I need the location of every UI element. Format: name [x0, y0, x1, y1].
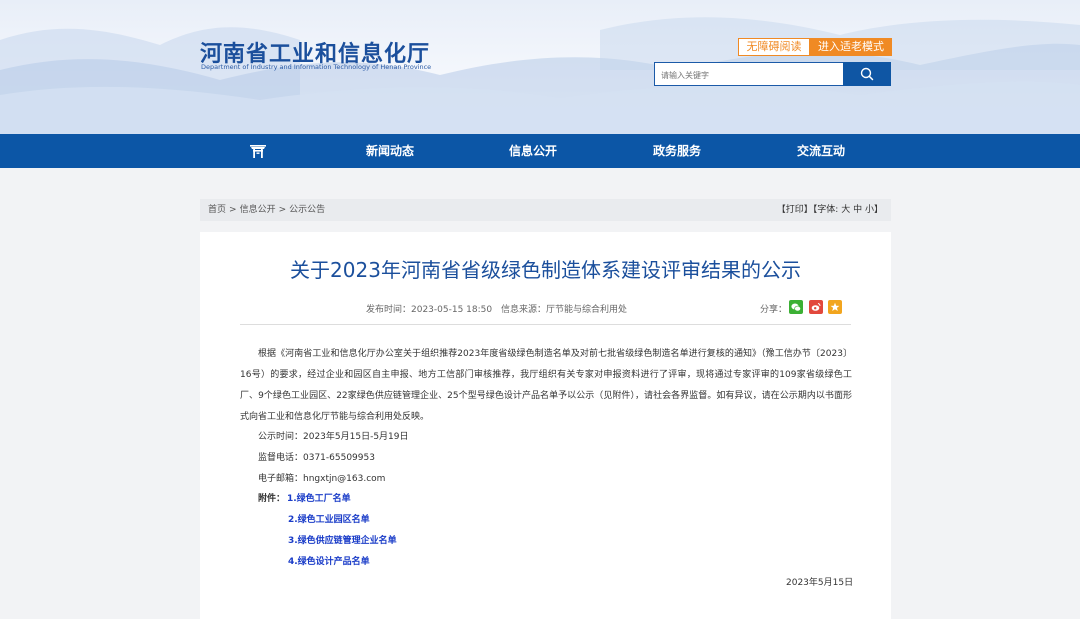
search-button[interactable]	[843, 62, 891, 86]
publish-time: 发布时间：2023-05-15 18:50	[366, 305, 493, 315]
article-title: 关于2023年河南省省级绿色制造体系建设评审结果的公示	[290, 258, 801, 282]
breadcrumb-bar: 首页 > 信息公开 > 公示公告 【打印】【字体: 大 中 小】	[200, 199, 891, 221]
info-source: 信息来源：厅节能与综合利用处	[500, 305, 627, 315]
meta-divider	[240, 324, 851, 325]
nav-home[interactable]	[249, 142, 267, 160]
font-small-button[interactable]: 小	[865, 205, 874, 215]
nav-item-gov-services[interactable]: 政务服务	[653, 134, 701, 168]
font-size-suffix: 】	[873, 205, 883, 215]
contact-email: 电子邮箱：hngxtjn@163.com	[258, 474, 386, 484]
nav-item-interaction[interactable]: 交流互动	[797, 134, 845, 168]
article-body: 根据《河南省工业和信息化厅办公室关于组织推荐2023年度省级绿色制造名单及对前七…	[240, 349, 852, 422]
mountain-background	[0, 17, 1080, 134]
breadcrumb-info-disclosure[interactable]: 信息公开	[240, 205, 276, 215]
article-date: 2023年5月15日	[786, 578, 854, 588]
font-medium-button[interactable]: 中	[853, 205, 862, 215]
breadcrumb: 首页 > 信息公开 > 公示公告	[208, 199, 325, 221]
supervision-phone: 监督电话：0371-65509953	[258, 453, 375, 463]
site-header: 河南省工业和信息化厅 Department of Industry and In…	[0, 0, 1080, 134]
main-nav: 新闻动态 信息公开 政务服务 交流互动	[0, 134, 1080, 168]
breadcrumb-separator: >	[278, 205, 287, 215]
wechat-share-icon[interactable]	[789, 300, 803, 314]
attachment-link-green-supply-chain[interactable]: 3.绿色供应链管理企业名单	[288, 533, 397, 546]
share-label: 分享：	[760, 305, 788, 315]
site-subtitle: Department of Industry and Information T…	[201, 63, 432, 71]
home-gate-icon	[250, 145, 266, 158]
search-box	[654, 62, 844, 87]
attachment-link-green-design-product[interactable]: 4.绿色设计产品名单	[288, 554, 370, 567]
article-tools: 【打印】【字体: 大 中 小】	[777, 199, 883, 221]
search-icon	[860, 67, 874, 81]
search-input[interactable]	[655, 64, 843, 87]
attachment-label: 附件：	[258, 494, 286, 504]
breadcrumb-separator: >	[229, 205, 237, 215]
elder-mode-button[interactable]: 进入适老模式	[810, 38, 892, 56]
nav-item-news[interactable]: 新闻动态	[366, 134, 414, 168]
breadcrumb-home[interactable]: 首页	[208, 205, 226, 215]
accessible-reading-button[interactable]: 无障碍阅读	[738, 38, 810, 56]
nav-item-info-disclosure[interactable]: 信息公开	[509, 134, 557, 168]
notice-period: 公示时间：2023年5月15日-5月19日	[258, 432, 409, 442]
attachment-link-green-factory[interactable]: 1.绿色工厂名单	[287, 491, 351, 504]
print-button[interactable]: 【打印】	[777, 205, 813, 215]
article-meta: 发布时间：2023-05-15 18:50 信息来源：厅节能与综合利用处	[366, 302, 633, 315]
attachment-link-green-park[interactable]: 2.绿色工业园区名单	[288, 512, 370, 525]
weibo-share-icon[interactable]	[809, 300, 823, 314]
font-size-prefix: 【字体:	[812, 205, 839, 215]
breadcrumb-notices[interactable]: 公示公告	[289, 205, 325, 215]
font-large-button[interactable]: 大	[841, 205, 850, 215]
qzone-share-icon[interactable]	[828, 300, 842, 314]
article-card: 关于2023年河南省省级绿色制造体系建设评审结果的公示 发布时间：2023-05…	[200, 232, 891, 619]
